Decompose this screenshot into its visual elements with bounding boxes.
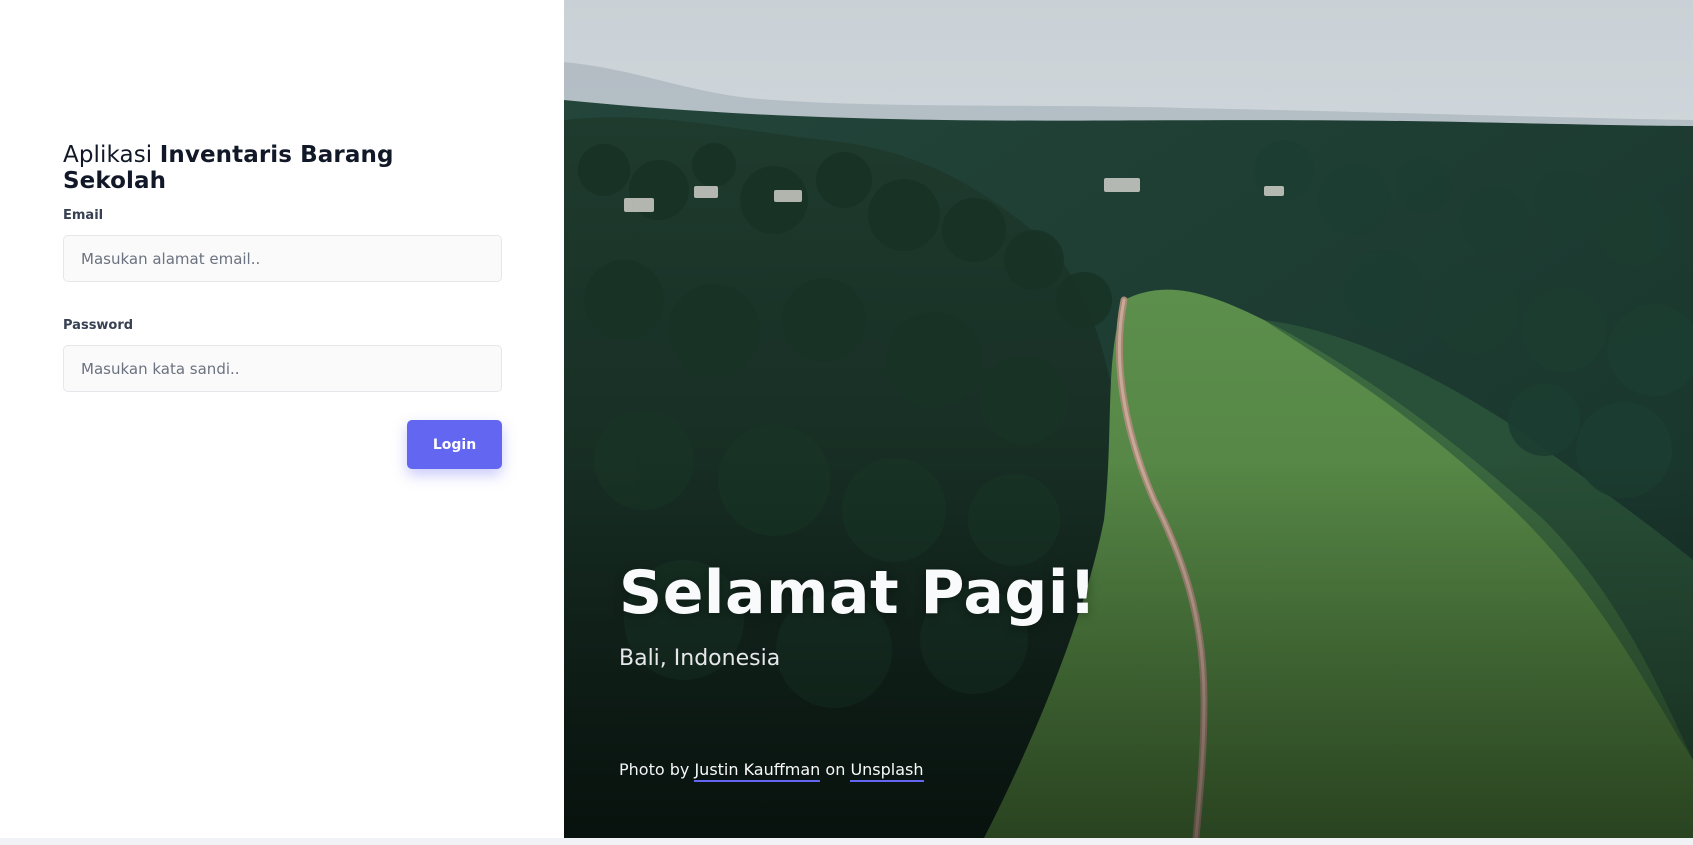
password-label: Password (63, 318, 134, 333)
email-input[interactable] (63, 235, 502, 282)
greeting-block: Selamat Pagi! Bali, Indonesia (619, 558, 1097, 671)
app-title-prefix: Aplikasi (63, 142, 153, 168)
bottom-strip (0, 838, 1693, 845)
credit-prefix: Photo by (619, 760, 690, 779)
unsplash-link[interactable]: Unsplash (850, 760, 924, 782)
email-label: Email (63, 208, 104, 223)
landscape-photo (564, 0, 1693, 838)
login-form: Aplikasi Inventaris Barang Sekolah Email… (63, 142, 502, 469)
location-text: Bali, Indonesia (619, 646, 781, 671)
form-actions: Login (63, 420, 502, 469)
login-panel: Aplikasi Inventaris Barang Sekolah Email… (0, 0, 564, 838)
login-page: Aplikasi Inventaris Barang Sekolah Email… (0, 0, 1693, 838)
credit-mid: on (825, 760, 846, 779)
greeting-heading: Selamat Pagi! (619, 558, 1097, 628)
password-input[interactable] (63, 345, 502, 392)
hero-panel: Selamat Pagi! Bali, Indonesia Photo by J… (564, 0, 1693, 838)
login-button[interactable]: Login (407, 420, 502, 469)
app-title: Aplikasi Inventaris Barang Sekolah (63, 142, 502, 194)
photographer-link[interactable]: Justin Kauffman (694, 760, 821, 782)
photo-credit: Photo by Justin Kauffman on Unsplash (619, 760, 924, 782)
